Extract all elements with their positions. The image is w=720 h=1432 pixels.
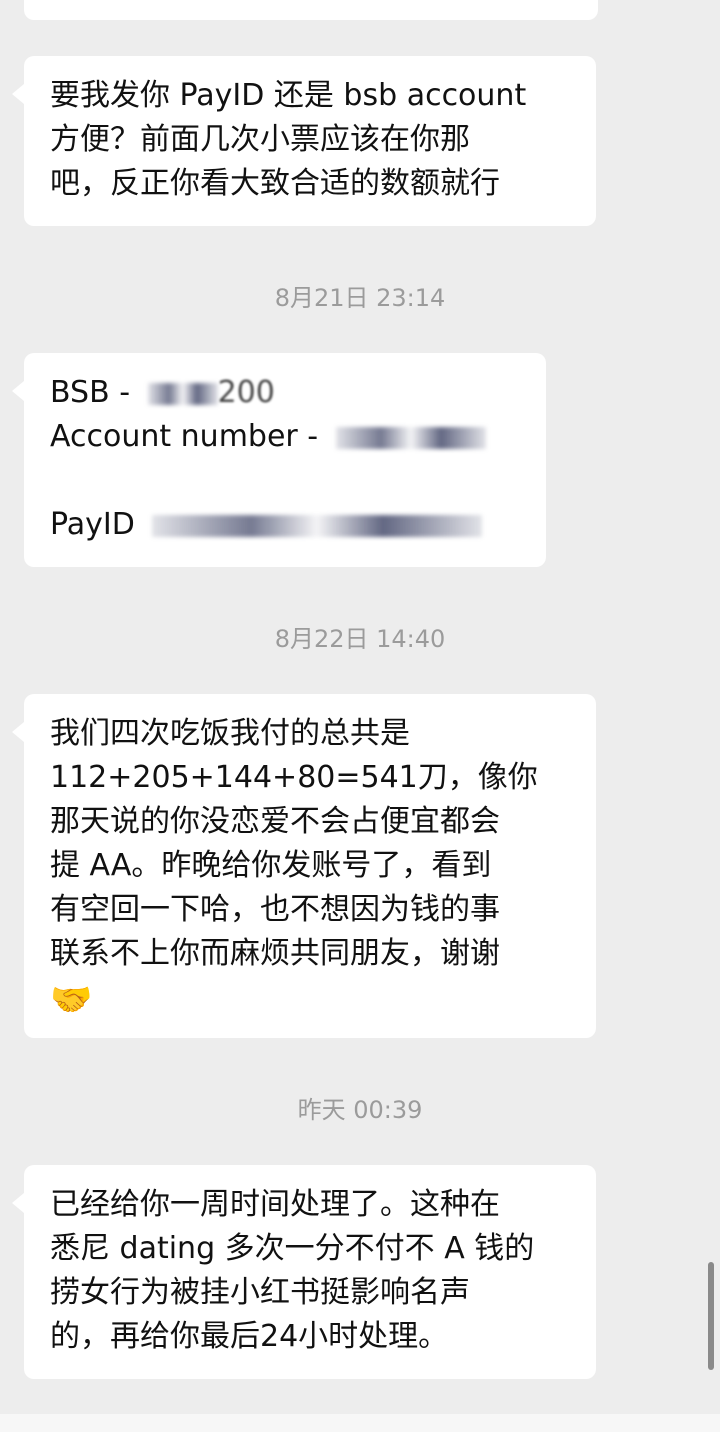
input-bar-edge bbox=[0, 1414, 720, 1432]
message-text: 要我发你 PayID 还是 bsb account bbox=[50, 78, 527, 113]
message-text: 已经给你一周时间处理了。这种在 bbox=[50, 1187, 500, 1222]
scrollbar[interactable] bbox=[708, 1262, 714, 1370]
timestamp: 8月21日 23:14 bbox=[274, 284, 446, 312]
message-bubble[interactable]: 要我发你 PayID 还是 bsb account 方便？前面几次小票应该在你那… bbox=[12, 56, 596, 226]
message-bubble[interactable]: 已经给你一周时间处理了。这种在 悉尼 dating 多次一分不付不 A 钱的 捞… bbox=[12, 1165, 596, 1379]
redacted-bsb bbox=[147, 382, 218, 405]
message-text: 联系不上你而麻烦共同朋友，谢谢 bbox=[50, 936, 500, 971]
account-line: Account number - bbox=[50, 415, 520, 459]
spacer-line bbox=[50, 459, 520, 503]
message-text: 有空回一下哈，也不想因为钱的事 bbox=[50, 892, 500, 927]
bsb-line: BSB - 200 bbox=[50, 371, 520, 415]
payid-line: PayID bbox=[50, 503, 520, 547]
message-text: 提 AA。昨晚给你发账号了，看到 bbox=[50, 848, 492, 883]
message-text: 的，再给你最后24小时处理。 bbox=[50, 1319, 449, 1354]
timestamp: 8月22日 14:40 bbox=[274, 625, 446, 653]
message-bubble-bank-details[interactable]: BSB - 200 Account number - PayID bbox=[12, 353, 546, 567]
payid-label: PayID bbox=[50, 507, 145, 542]
message-text: 捞女行为被挂小红书挺影响名声 bbox=[50, 1275, 470, 1310]
message-text: 112+205+144+80=541刀，像你 bbox=[50, 760, 538, 795]
bsb-visible-digits: 200 bbox=[217, 375, 275, 410]
message-text: 那天说的你没恋爱不会占便宜都会 bbox=[50, 804, 500, 839]
redacted-account-number bbox=[335, 426, 486, 449]
handshake-emoji-icon: 🤝 bbox=[50, 980, 93, 1020]
message-text: 我们四次吃饭我付的总共是 bbox=[50, 716, 410, 751]
message-bubble[interactable]: 我们四次吃饭我付的总共是 112+205+144+80=541刀，像你 那天说的… bbox=[12, 694, 596, 1038]
message-text: 方便？前面几次小票应该在你那 bbox=[50, 122, 470, 157]
account-label: Account number - bbox=[50, 419, 328, 454]
redacted-payid bbox=[152, 514, 483, 537]
bsb-label: BSB - bbox=[50, 375, 140, 410]
message-bubble-partial[interactable] bbox=[24, 0, 598, 20]
message-text: 吧，反正你看大致合适的数额就行 bbox=[50, 166, 500, 201]
message-text: 悉尼 dating 多次一分不付不 A 钱的 bbox=[50, 1231, 535, 1266]
timestamp: 昨天 00:39 bbox=[297, 1096, 423, 1124]
